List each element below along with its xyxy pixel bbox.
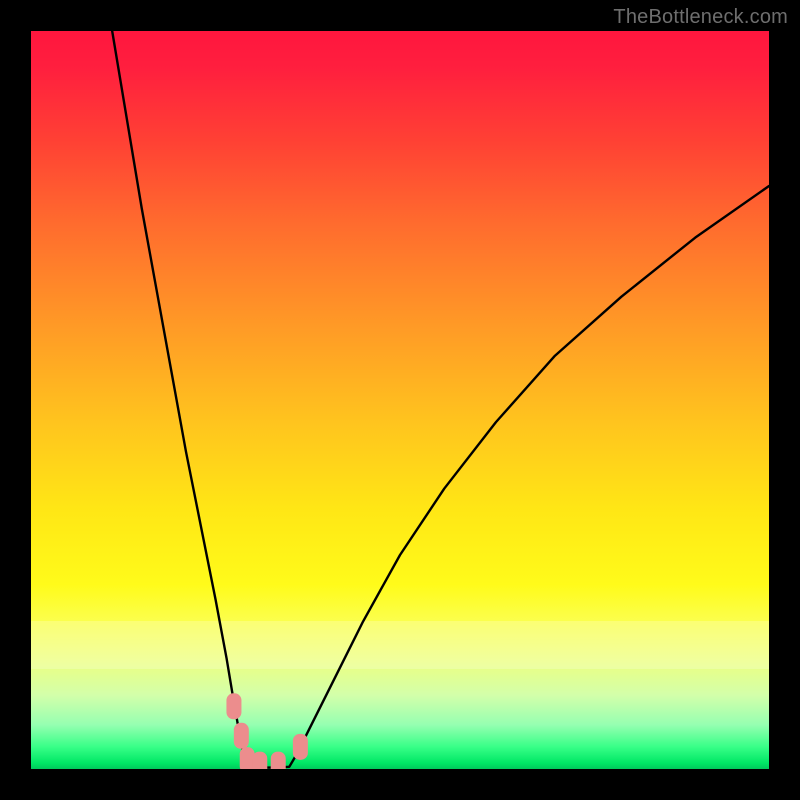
marker-layer xyxy=(226,693,307,769)
marker-1 xyxy=(226,693,241,719)
bottleneck-curve xyxy=(31,31,769,769)
plot-area xyxy=(31,31,769,769)
marker-6 xyxy=(293,734,308,760)
marker-2 xyxy=(234,723,249,749)
marker-5 xyxy=(271,752,286,769)
marker-4 xyxy=(252,752,267,769)
watermark-label: TheBottleneck.com xyxy=(613,6,788,29)
curve-path xyxy=(112,31,769,768)
chart-frame: TheBottleneck.com xyxy=(0,0,800,800)
